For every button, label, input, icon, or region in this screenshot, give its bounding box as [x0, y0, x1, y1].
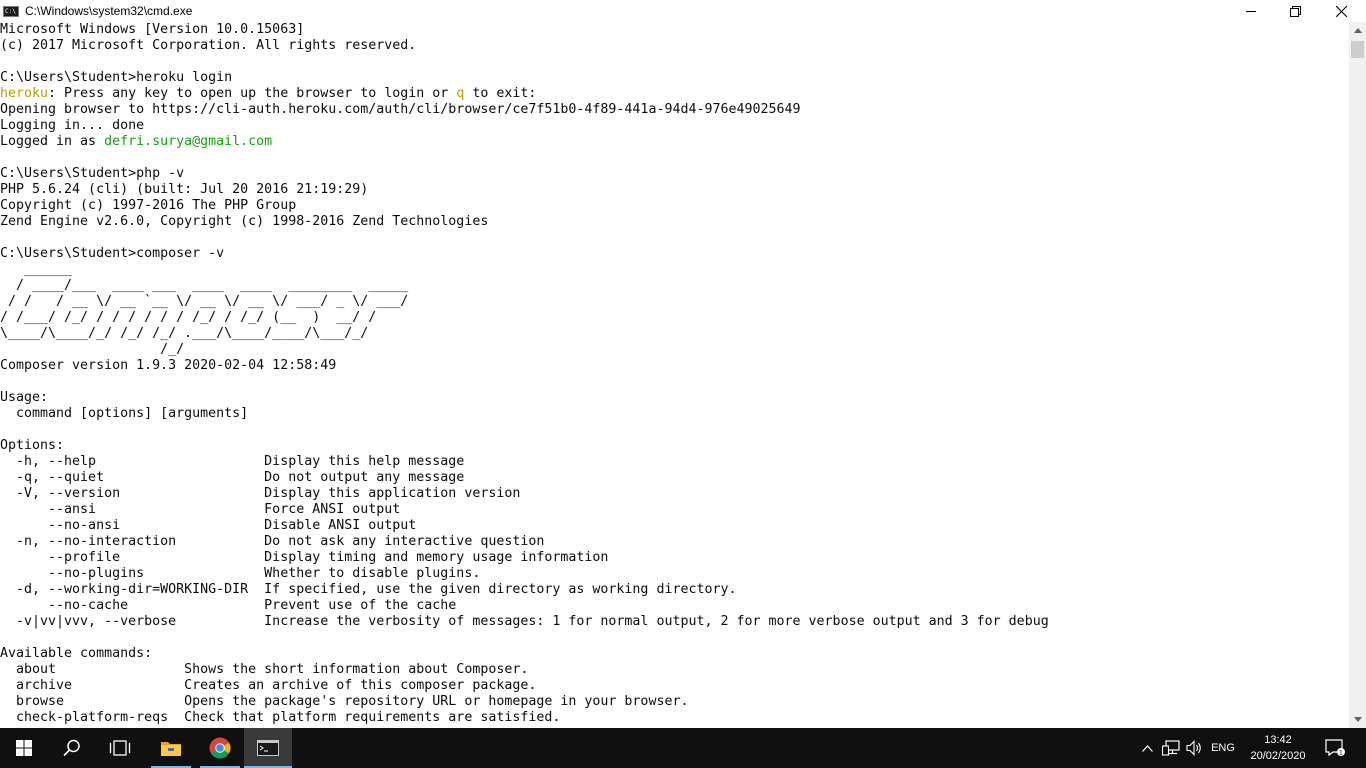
console-line: Composer version 1.9.3 2020-02-04 12:58:…	[0, 358, 337, 373]
console-line: check-platform-reqs Check that platform …	[0, 710, 561, 725]
console-line: command [options] [arguments]	[0, 406, 249, 421]
cmd-icon	[257, 740, 279, 756]
console-line: Opening browser to https://cli-auth.hero…	[0, 102, 801, 117]
chrome-icon	[209, 737, 231, 759]
composer-logo-line: /_/	[0, 342, 185, 357]
chevron-up-icon	[1353, 28, 1362, 33]
console-line: C:\Users\Student>php -v	[0, 166, 185, 181]
task-view-button[interactable]	[96, 728, 144, 768]
console-line: (c) 2017 Microsoft Corporation. All righ…	[0, 38, 417, 53]
console-line: C:\Users\Student>heroku login	[0, 70, 233, 85]
console-output[interactable]: Microsoft Windows [Version 10.0.15063] (…	[0, 22, 1349, 728]
window-title: C:\Windows\system32\cmd.exe	[25, 4, 193, 18]
console-line: --profile Display timing and memory usag…	[0, 550, 609, 565]
scroll-up-button[interactable]	[1349, 22, 1366, 39]
console-line: Zend Engine v2.6.0, Copyright (c) 1998-2…	[0, 214, 489, 229]
close-button[interactable]	[1318, 0, 1364, 22]
action-center-button[interactable]: 1	[1318, 728, 1352, 768]
taskbar-cmd[interactable]	[244, 728, 292, 768]
cmd-app-icon[interactable]: C:\	[3, 5, 19, 17]
console-line: --no-plugins Whether to disable plugins.	[0, 566, 481, 581]
volume-button[interactable]	[1184, 728, 1206, 768]
chevron-down-icon	[1353, 717, 1362, 722]
console-line: about Shows the short information about …	[0, 662, 529, 677]
chevron-up-icon	[1141, 744, 1153, 752]
console-line: C:\Users\Student>composer -v	[0, 246, 225, 261]
windows-logo-icon	[16, 740, 32, 756]
console-line: : Press any key to open up the browser t…	[48, 86, 457, 101]
console-line: Options:	[0, 438, 65, 453]
console-line: -v|vv|vvv, --verbose Increase the verbos…	[0, 614, 1049, 629]
console-line: -d, --working-dir=WORKING-DIR If specifi…	[0, 582, 737, 597]
console-line: Usage:	[0, 390, 49, 405]
console-line: Available commands:	[0, 646, 153, 661]
scroll-down-button[interactable]	[1349, 711, 1366, 728]
minimize-button[interactable]	[1228, 0, 1274, 22]
taskbar-chrome[interactable]	[196, 728, 244, 768]
minimize-icon	[1246, 11, 1256, 12]
console-line: Microsoft Windows [Version 10.0.15063]	[0, 22, 305, 37]
start-button[interactable]	[0, 728, 48, 768]
console-line: -n, --no-interaction Do not ask any inte…	[0, 534, 545, 549]
composer-logo-line: / /___/ /_/ / / / / / / /_/ / /_/ (__ ) …	[0, 310, 377, 325]
search-icon	[63, 739, 80, 757]
console-email: defri.surya@gmail.com	[104, 134, 273, 149]
console-line: Logging in... done	[0, 118, 145, 133]
restore-button[interactable]	[1272, 0, 1318, 22]
console-line: archive Creates an archive of this compo…	[0, 678, 537, 693]
console-line: browse Opens the package's repository UR…	[0, 694, 689, 709]
file-explorer-icon	[161, 742, 181, 756]
network-icon	[1162, 740, 1180, 756]
search-button[interactable]	[48, 728, 96, 768]
console-line: --no-cache Prevent use of the cache	[0, 598, 457, 613]
console-line: PHP 5.6.24 (cli) (built: Jul 20 2016 21:…	[0, 182, 369, 197]
vertical-scrollbar[interactable]	[1349, 22, 1366, 728]
console-line: Logged in as	[0, 134, 105, 149]
close-icon	[1335, 5, 1347, 17]
console-text: Microsoft Windows [Version 10.0.15063] (…	[0, 22, 1349, 726]
composer-logo-line: / ____/___ ____ ___ ____ ____ ________ _…	[0, 278, 409, 293]
clock-time: 13:42	[1264, 734, 1292, 746]
network-button[interactable]	[1160, 728, 1182, 768]
console-line: -V, --version Display this application v…	[0, 486, 521, 501]
notifications-icon: 1	[1325, 739, 1345, 757]
console-line: -q, --quiet Do not output any message	[0, 470, 465, 485]
console-line: --ansi Force ANSI output	[0, 502, 401, 517]
console-line: -h, --help Display this help message	[0, 454, 465, 469]
taskbar-file-explorer[interactable]	[147, 728, 195, 768]
scrollbar-thumb[interactable]	[1351, 41, 1364, 58]
task-view-icon	[109, 740, 131, 756]
console-line: to exit:	[464, 86, 537, 101]
composer-logo-line: ______	[0, 262, 73, 277]
language-indicator[interactable]: ENG	[1206, 728, 1240, 768]
taskbar: ENG 13:42 20/02/2020 1	[0, 728, 1366, 768]
volume-icon	[1186, 740, 1201, 756]
console-line: --no-ansi Disable ANSI output	[0, 518, 417, 533]
console-line: Copyright (c) 1997-2016 The PHP Group	[0, 198, 297, 213]
composer-logo-line: / / / __ \/ __ `__ \/ __ \/ __ \/ ___/ _…	[0, 294, 409, 309]
console-heroku-label: heroku	[0, 86, 49, 101]
title-bar[interactable]: C:\ C:\Windows\system32\cmd.exe	[0, 0, 1366, 22]
composer-logo-line: \____/\____/_/ /_/ /_/ .___/\____/____/\…	[0, 326, 369, 341]
taskbar-clock[interactable]: 13:42 20/02/2020	[1244, 728, 1312, 768]
show-hidden-icons-button[interactable]	[1138, 728, 1156, 768]
restore-icon	[1289, 5, 1301, 17]
clock-date: 20/02/2020	[1250, 750, 1306, 762]
svg-text:1: 1	[1339, 749, 1343, 757]
